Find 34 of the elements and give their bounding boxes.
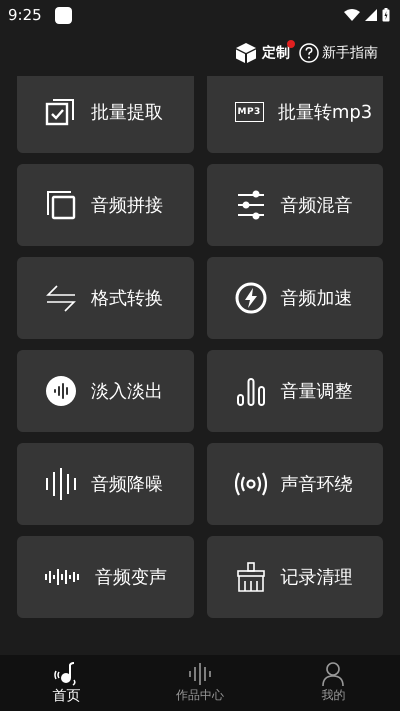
notification-icon [54,6,72,24]
tool-tile[interactable]: 声音环绕 [206,443,383,525]
nav-tab[interactable]: 首页 [0,655,134,711]
tool-tile[interactable]: MP3 批量转mp3 [206,76,383,153]
signal-icon [365,9,377,21]
tool-tile[interactable]: 音频降噪 [17,443,194,525]
waveform-icon [45,468,77,500]
guide-button[interactable]: 新手指南 [299,43,378,63]
tool-tile[interactable]: 记录清理 [206,536,383,618]
tool-tile[interactable]: 批量提取 [17,76,194,153]
volume-bars-icon [234,375,266,407]
cube-icon [235,42,257,64]
help-icon [299,43,319,63]
checkbox-stack-icon [45,96,77,128]
sound-circle-icon [45,375,77,407]
waveform-icon [188,662,212,686]
wifi-icon [344,9,360,21]
tool-tile[interactable]: 淡入淡出 [17,350,194,432]
tool-tile[interactable]: 音频混音 [206,164,383,246]
battery-icon [382,8,390,22]
brush-icon [234,561,266,593]
copy-icon [45,189,77,221]
lightning-circle-icon [234,282,266,314]
file-format-icon: MP3 [234,102,264,122]
person-icon [322,662,344,686]
nav-tab[interactable]: 我的 [266,655,400,711]
nav-tab[interactable]: 作品中心 [133,655,267,711]
customize-button[interactable]: 定制 [235,42,290,64]
tool-tile[interactable]: 音频加速 [206,257,383,339]
tool-tile[interactable]: 音频拼接 [17,164,194,246]
tool-tile[interactable]: 格式转换 [17,257,194,339]
status-time: 9:25 [8,6,42,24]
tool-tile[interactable]: 音量调整 [206,350,383,432]
tool-tile[interactable]: 音频变声 [17,536,194,618]
